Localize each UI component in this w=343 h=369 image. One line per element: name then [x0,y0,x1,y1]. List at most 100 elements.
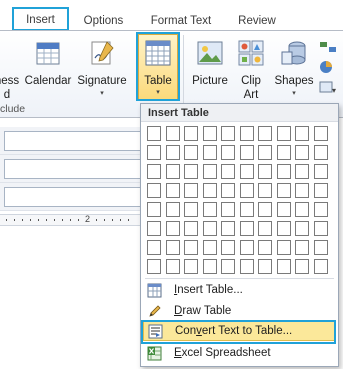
grid-cell[interactable] [165,259,180,274]
grid-cell[interactable] [276,202,291,217]
grid-cell[interactable] [221,145,235,160]
grid-cell[interactable] [295,126,309,141]
grid-cell[interactable] [184,259,198,274]
grid-cell[interactable] [147,240,161,255]
grid-cell[interactable] [184,183,198,198]
grid-cell[interactable] [165,240,180,255]
shapes-button[interactable]: Shapes ▾ [272,34,316,104]
grid-cell[interactable] [184,240,198,255]
include-group-label: clude [0,103,26,115]
grid-cell[interactable] [258,145,272,160]
grid-cell[interactable] [313,240,328,255]
grid-cell[interactable] [221,164,235,179]
grid-cell[interactable] [295,202,309,217]
insert-table-item[interactable]: Insert Table... [143,280,336,301]
picture-button[interactable]: Picture [189,34,231,104]
grid-cell[interactable] [184,202,198,217]
grid-cell[interactable] [313,221,328,236]
grid-cell[interactable] [313,164,328,179]
tab-options[interactable]: Options [76,12,131,30]
tab-review[interactable]: Review [232,12,282,30]
grid-cell[interactable] [202,145,217,160]
signature-button[interactable]: Signature ▾ [76,34,128,104]
grid-cell[interactable] [165,145,180,160]
grid-cell[interactable] [202,126,217,141]
grid-cell[interactable] [184,126,198,141]
convert-text-to-table-item[interactable]: Convert Text to Table... [143,320,336,341]
grid-cell[interactable] [202,221,217,236]
grid-cell[interactable] [165,126,180,141]
grid-cell[interactable] [313,259,328,274]
grid-cell[interactable] [165,183,180,198]
grid-cell[interactable] [147,202,161,217]
grid-cell[interactable] [258,259,272,274]
grid-cell[interactable] [221,240,235,255]
grid-cell[interactable] [165,221,180,236]
grid-cell[interactable] [239,126,254,141]
grid-cell[interactable] [239,221,254,236]
grid-cell[interactable] [202,183,217,198]
chart-icon[interactable] [318,59,338,75]
grid-cell[interactable] [295,240,309,255]
insert-table-dropdown: Insert Table Insert Table... Draw Table Co… [140,103,339,367]
grid-cell[interactable] [202,164,217,179]
calendar-button[interactable]: Calendar [24,34,72,104]
grid-cell[interactable] [202,202,217,217]
grid-cell[interactable] [295,145,309,160]
grid-cell[interactable] [147,126,161,141]
grid-cell[interactable] [276,221,291,236]
grid-cell[interactable] [295,164,309,179]
grid-cell[interactable] [276,145,291,160]
grid-cell[interactable] [276,259,291,274]
grid-cell[interactable] [276,126,291,141]
draw-table-item[interactable]: Draw Table [143,301,336,322]
grid-cell[interactable] [165,164,180,179]
grid-cell[interactable] [239,202,254,217]
grid-cell[interactable] [239,259,254,274]
tab-format-text[interactable]: Format Text [146,12,216,30]
grid-cell[interactable] [221,221,235,236]
grid-cell[interactable] [239,183,254,198]
grid-cell[interactable] [239,240,254,255]
screenshot-icon[interactable]: ▾ [318,79,338,95]
excel-spreadsheet-item[interactable]: Excel Spreadsheet [143,343,336,364]
grid-cell[interactable] [221,126,235,141]
grid-cell[interactable] [313,183,328,198]
grid-cell[interactable] [313,145,328,160]
grid-cell[interactable] [239,145,254,160]
grid-cell[interactable] [221,183,235,198]
grid-cell[interactable] [221,259,235,274]
grid-cell[interactable] [202,259,217,274]
grid-cell[interactable] [295,183,309,198]
grid-cell[interactable] [184,145,198,160]
grid-cell[interactable] [258,183,272,198]
clip-art-button[interactable]: Clip Art [233,34,269,104]
grid-cell[interactable] [165,202,180,217]
grid-cell[interactable] [202,240,217,255]
grid-cell[interactable] [147,221,161,236]
grid-cell[interactable] [147,183,161,198]
grid-cell[interactable] [184,164,198,179]
grid-cell[interactable] [295,259,309,274]
grid-cell[interactable] [239,164,254,179]
business-card-button[interactable]: ness d [0,34,22,104]
tab-insert[interactable]: Insert [13,8,68,31]
grid-cell[interactable] [276,240,291,255]
grid-cell[interactable] [147,145,161,160]
grid-cell[interactable] [258,126,272,141]
grid-cell[interactable] [147,164,161,179]
grid-cell[interactable] [221,202,235,217]
grid-cell[interactable] [258,164,272,179]
grid-cell[interactable] [276,164,291,179]
grid-cell[interactable] [258,240,272,255]
grid-cell[interactable] [184,221,198,236]
table-button[interactable]: Table ▾ [138,34,178,101]
grid-cell[interactable] [313,202,328,217]
grid-cell[interactable] [313,126,328,141]
grid-cell[interactable] [147,259,161,274]
grid-cell[interactable] [258,221,272,236]
grid-cell[interactable] [276,183,291,198]
grid-cell[interactable] [295,221,309,236]
grid-cell[interactable] [258,202,272,217]
smartart-icon[interactable] [318,39,338,55]
